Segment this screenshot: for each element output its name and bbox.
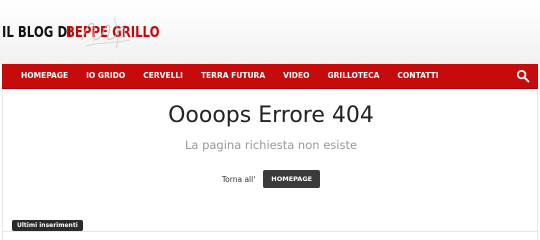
back-to-home-row: Torna all' HOMEPAGE <box>3 170 539 188</box>
search-icon[interactable] <box>516 69 530 83</box>
nav-item-video[interactable]: VIDEO <box>274 64 318 88</box>
nav-item-io-grido[interactable]: IO GRIDO <box>77 64 134 88</box>
error-title: Oooops Errore 404 <box>168 103 374 128</box>
back-label: Torna all' <box>221 174 256 184</box>
nav-item-contatti[interactable]: CONTATTI <box>388 64 447 88</box>
nav-item-cervelli[interactable]: CERVELLI <box>134 64 192 88</box>
nav-item-terra-futura[interactable]: TERRA FUTURA <box>192 64 274 88</box>
site-header: IL BLOG DI BEPPE GRILLO <box>0 0 540 64</box>
main-content: Oooops Errore 404 La pagina richiesta no… <box>2 89 538 240</box>
latest-posts-badge: Ultimi inserimenti <box>12 220 83 231</box>
section-divider <box>2 231 538 232</box>
homepage-button[interactable]: HOMEPAGE <box>263 170 321 188</box>
nav-item-grilloteca[interactable]: GRILLOTECA <box>318 64 388 88</box>
nav-item-homepage[interactable]: HOMEPAGE <box>12 64 77 88</box>
main-navigation: HOMEPAGE IO GRIDO CERVELLI TERRA FUTURA … <box>2 64 538 89</box>
logo-prefix: IL BLOG DI <box>2 23 72 41</box>
signature-graphic <box>81 17 131 49</box>
nav-list: HOMEPAGE IO GRIDO CERVELLI TERRA FUTURA … <box>12 64 448 88</box>
error-subtitle: La pagina richiesta non esiste <box>184 138 358 152</box>
